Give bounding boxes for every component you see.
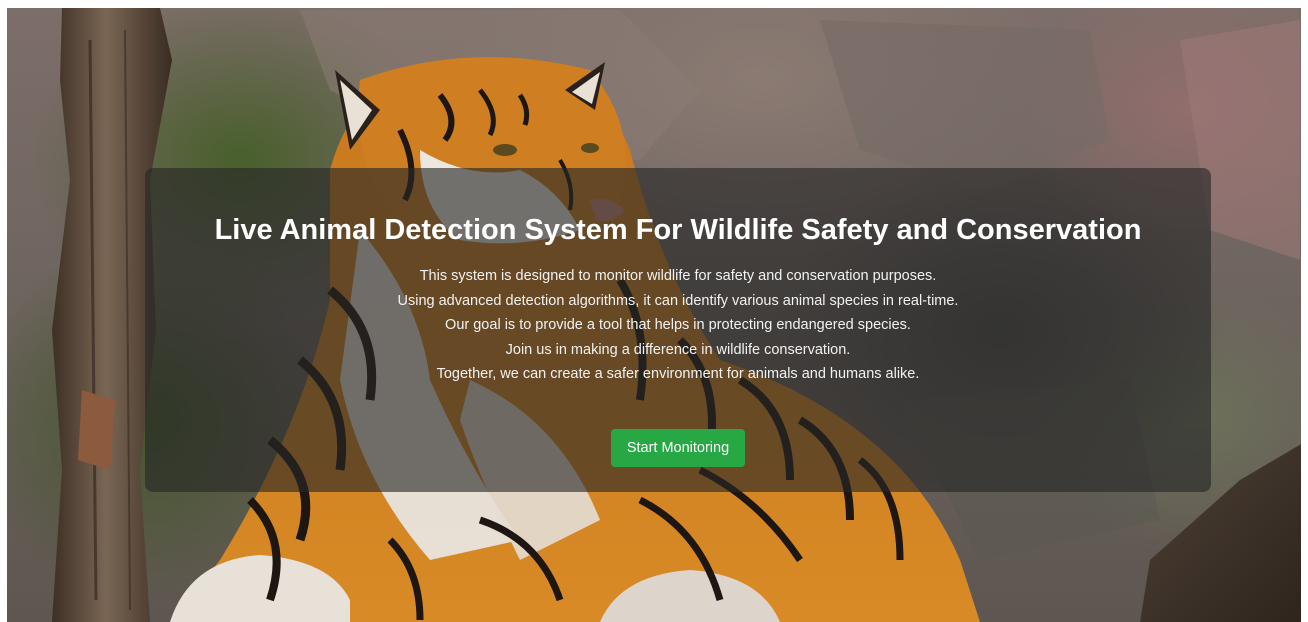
top-border bbox=[0, 0, 1308, 8]
page-title: Live Animal Detection System For Wildlif… bbox=[214, 214, 1142, 246]
right-border bbox=[1301, 0, 1308, 622]
description-line: This system is designed to monitor wildl… bbox=[419, 268, 937, 284]
hero-overlay-card: Live Animal Detection System For Wildlif… bbox=[145, 168, 1211, 492]
start-monitoring-button[interactable]: Start Monitoring bbox=[610, 428, 746, 467]
landing-page: Live Animal Detection System For Wildlif… bbox=[0, 0, 1308, 622]
description-line: Join us in making a difference in wildli… bbox=[505, 341, 851, 358]
left-border bbox=[0, 0, 7, 622]
description-line: Using advanced detection algorithms, it … bbox=[397, 292, 959, 309]
description-line: Our goal is to provide a tool that helps… bbox=[445, 317, 911, 333]
description-list: This system is designed to monitor wildl… bbox=[145, 264, 1211, 387]
description-line: Together, we can create a safer environm… bbox=[436, 366, 920, 382]
